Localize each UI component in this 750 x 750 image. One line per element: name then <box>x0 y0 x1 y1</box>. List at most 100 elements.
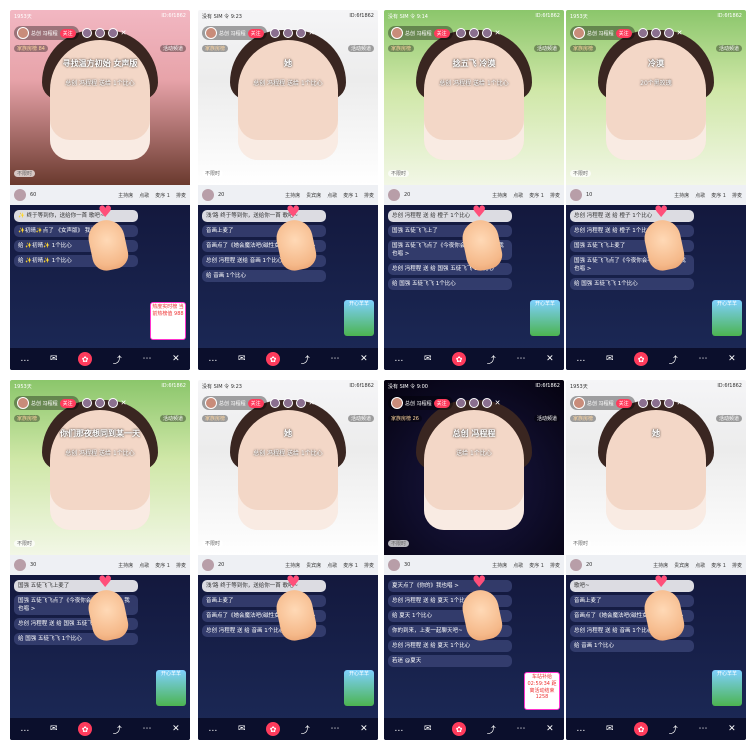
seat-action-label[interactable]: 主持席 <box>118 192 133 199</box>
close-icon[interactable]: ✕ <box>495 29 501 37</box>
activity-channel-button[interactable]: 活动频道 <box>159 414 186 422</box>
gift-icon[interactable]: ✿ <box>266 722 281 736</box>
promo-badge[interactable]: 车站补给 02:59:34 距离活动结束 1258 <box>524 672 560 710</box>
viewer-avatar[interactable] <box>650 28 661 38</box>
host-avatar[interactable] <box>17 397 29 409</box>
seat-action-label[interactable]: 麦序 1 <box>155 192 170 199</box>
chat-bubble-icon[interactable]: … <box>576 354 585 364</box>
seat-action-label[interactable]: 麦序 1 <box>343 192 358 199</box>
promo-badge[interactable]: 开心羊羊 <box>530 300 560 336</box>
host-avatar[interactable] <box>205 397 217 409</box>
activity-channel-button[interactable]: 活动频道 <box>347 414 374 422</box>
host-pill[interactable]: 总创 冯程程 关注 <box>388 396 453 410</box>
mail-icon[interactable]: ✉ <box>238 724 246 734</box>
share-icon[interactable]: ⤴ <box>301 353 310 366</box>
close-icon[interactable]: ✕ <box>172 724 180 734</box>
family-rank-badge[interactable]: 家族房榜 <box>202 44 229 52</box>
seat-action-label[interactable]: 排麦 <box>364 562 374 569</box>
seat-action-label[interactable]: 排麦 <box>176 192 186 199</box>
close-icon[interactable]: ✕ <box>728 724 736 734</box>
family-rank-badge[interactable]: 家族房榜 84 <box>14 44 48 52</box>
seat-avatar[interactable] <box>570 189 582 201</box>
more-icon[interactable]: ⋯ <box>698 354 707 364</box>
follow-button[interactable]: 关注 <box>59 28 76 38</box>
close-icon[interactable]: ✕ <box>309 29 315 37</box>
more-icon[interactable]: ⋯ <box>330 354 339 364</box>
mail-icon[interactable]: ✉ <box>424 724 432 734</box>
share-icon[interactable]: ⤴ <box>487 723 496 736</box>
seat-action-label[interactable]: 麦序 1 <box>529 562 544 569</box>
seat-action-label[interactable]: 主持席 <box>492 192 507 199</box>
gift-icon[interactable]: ✿ <box>452 352 467 366</box>
viewer-avatar[interactable] <box>455 28 466 38</box>
seat-action-label[interactable]: 点歌 <box>139 562 149 569</box>
seat-action-label[interactable]: 贵宾席 <box>306 562 321 569</box>
seat-action-label[interactable]: 排麦 <box>550 562 560 569</box>
seat-action-label[interactable]: 麦序 1 <box>155 562 170 569</box>
follow-button[interactable]: 关注 <box>59 398 76 408</box>
viewer-avatar[interactable] <box>81 28 92 38</box>
gift-icon[interactable]: ✿ <box>634 722 649 736</box>
seat-action-label[interactable]: 主持席 <box>492 562 507 569</box>
mail-icon[interactable]: ✉ <box>50 724 58 734</box>
follow-button[interactable]: 关注 <box>615 28 632 38</box>
follow-button[interactable]: 关注 <box>615 398 632 408</box>
seat-avatar[interactable] <box>570 559 582 571</box>
close-icon[interactable]: ✕ <box>677 399 683 407</box>
share-icon[interactable]: ⤴ <box>113 723 122 736</box>
activity-channel-button[interactable]: 活动频道 <box>159 44 186 52</box>
seat-action-label[interactable]: 点歌 <box>695 192 705 199</box>
viewer-avatar[interactable] <box>81 398 92 408</box>
close-icon[interactable]: ✕ <box>677 29 683 37</box>
close-icon[interactable]: ✕ <box>360 354 368 364</box>
viewer-avatar[interactable] <box>269 28 280 38</box>
viewer-avatar[interactable] <box>282 398 293 408</box>
seat-action-label[interactable]: 点歌 <box>327 192 337 199</box>
promo-badge[interactable]: 热度实时榜 当前热榜值 988 <box>150 302 186 340</box>
promo-badge[interactable]: 开心羊羊 <box>156 670 186 706</box>
seat-avatar[interactable] <box>14 559 26 571</box>
more-icon[interactable]: ⋯ <box>698 724 707 734</box>
viewer-avatar[interactable] <box>282 28 293 38</box>
seat-action-label[interactable]: 主持席 <box>674 192 689 199</box>
share-icon[interactable]: ⤴ <box>669 723 678 736</box>
viewer-avatar[interactable] <box>269 398 280 408</box>
mail-icon[interactable]: ✉ <box>238 354 246 364</box>
gift-icon[interactable]: ✿ <box>452 722 467 736</box>
activity-channel-button[interactable]: 活动频道 <box>533 414 560 422</box>
mail-icon[interactable]: ✉ <box>606 724 614 734</box>
gift-icon[interactable]: ✿ <box>78 352 93 366</box>
seat-action-label[interactable]: 点歌 <box>327 562 337 569</box>
promo-badge[interactable]: 开心羊羊 <box>344 670 374 706</box>
seat-avatar[interactable] <box>14 189 26 201</box>
close-icon[interactable]: ✕ <box>546 354 554 364</box>
viewer-avatar[interactable] <box>637 398 648 408</box>
more-icon[interactable]: ⋯ <box>516 354 525 364</box>
chat-bubble-icon[interactable]: … <box>20 724 29 734</box>
share-icon[interactable]: ⤴ <box>113 353 122 366</box>
seat-action-label[interactable]: 麦序 1 <box>711 192 726 199</box>
host-avatar[interactable] <box>391 397 403 409</box>
gift-icon[interactable]: ✿ <box>78 722 93 736</box>
chat-bubble-icon[interactable]: … <box>394 354 403 364</box>
host-pill[interactable]: 总创 冯程程 关注 <box>202 396 267 410</box>
family-rank-badge[interactable]: 家族房榜 <box>570 414 597 422</box>
mail-icon[interactable]: ✉ <box>606 354 614 364</box>
seat-avatar[interactable] <box>388 559 400 571</box>
seat-action-label[interactable]: 贵宾席 <box>674 562 689 569</box>
close-icon[interactable]: ✕ <box>309 399 315 407</box>
mail-icon[interactable]: ✉ <box>50 354 58 364</box>
seat-action-label[interactable]: 主持席 <box>118 562 133 569</box>
promo-badge[interactable]: 开心羊羊 <box>344 300 374 336</box>
viewer-avatar[interactable] <box>650 398 661 408</box>
viewer-avatar[interactable] <box>295 398 306 408</box>
follow-button[interactable]: 关注 <box>247 398 264 408</box>
host-avatar[interactable] <box>573 397 585 409</box>
seat-action-label[interactable]: 点歌 <box>513 562 523 569</box>
viewer-avatar[interactable] <box>455 398 466 408</box>
viewer-avatar[interactable] <box>481 398 492 408</box>
host-pill[interactable]: 总创 冯程程 关注 <box>14 396 79 410</box>
seat-action-label[interactable]: 麦序 1 <box>529 192 544 199</box>
close-icon[interactable]: ✕ <box>360 724 368 734</box>
family-rank-badge[interactable]: 家族房榜 <box>14 414 41 422</box>
